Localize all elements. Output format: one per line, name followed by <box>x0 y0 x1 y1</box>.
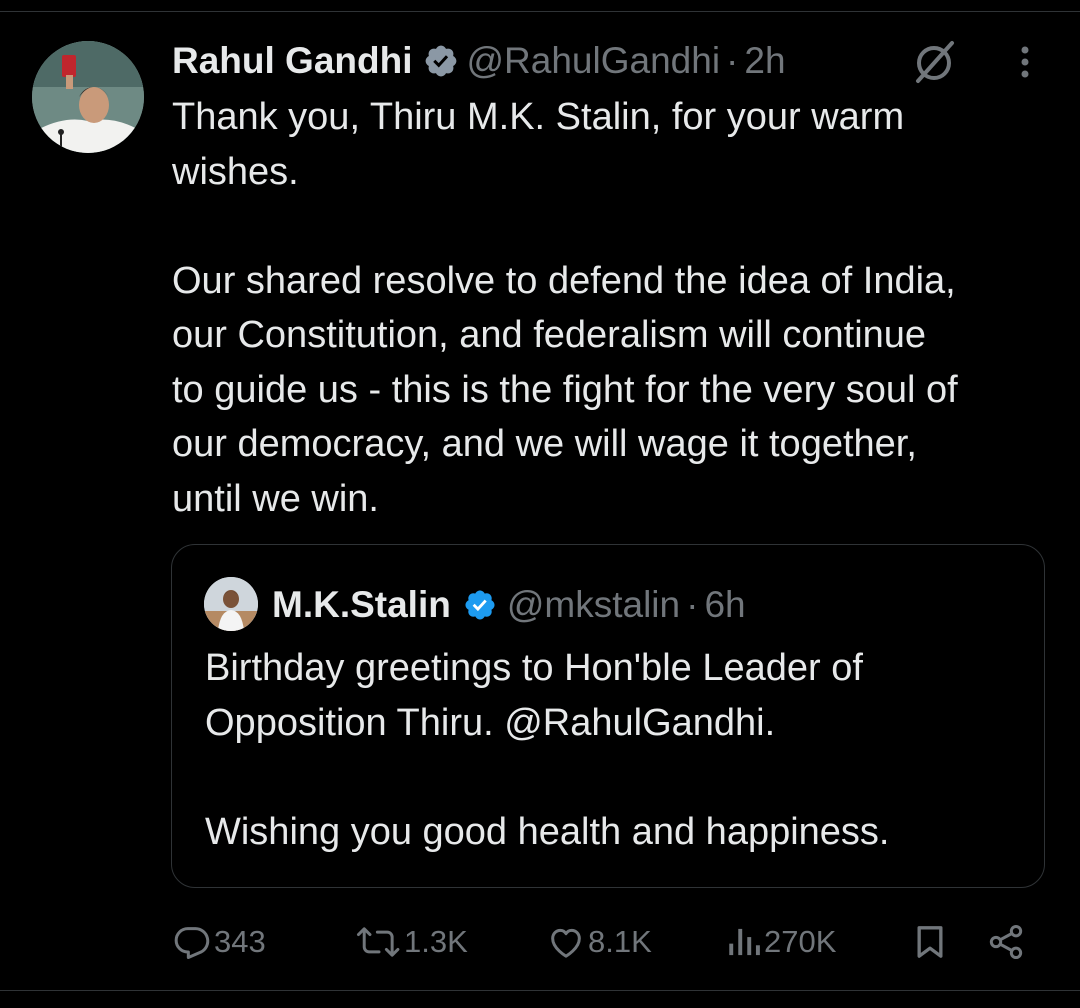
verified-badge-icon <box>425 45 456 77</box>
reply-icon <box>174 927 210 959</box>
views-button[interactable]: 270K <box>726 918 836 966</box>
author-avatar[interactable] <box>32 41 144 153</box>
quoted-line: Birthday greetings to Hon'ble Leader of <box>205 647 863 689</box>
tweet-text: Thank you, Thiru M.K. Stalin, for your w… <box>172 90 1062 526</box>
share-button[interactable] <box>986 918 1026 966</box>
top-divider <box>0 11 1080 12</box>
tweet-line: until we win. <box>172 477 379 520</box>
separator-dot: · <box>726 40 739 81</box>
quoted-author-avatar <box>204 577 258 631</box>
repost-count: 1.3K <box>404 924 468 959</box>
quoted-author-handle: @mkstalin <box>506 584 681 625</box>
tweet-line: our Constitution, and federalism will co… <box>172 314 927 356</box>
tweet-header: Rahul Gandhi @RahulGandhi · 2h <box>172 36 786 86</box>
tweet-line: wishes. <box>172 150 299 193</box>
bookmark-icon <box>917 926 943 958</box>
share-icon <box>989 925 1023 959</box>
bottom-divider <box>0 990 1080 991</box>
quoted-timestamp: 6h <box>704 584 746 625</box>
tweet-timestamp[interactable]: 2h <box>744 40 785 82</box>
grok-icon[interactable] <box>908 36 960 88</box>
like-button[interactable]: 8.1K <box>546 918 652 966</box>
tweet-line: to guide us - this is the fight for the … <box>172 368 958 411</box>
bookmark-button[interactable] <box>910 918 950 966</box>
quoted-tweet[interactable]: M.K.Stalin @mkstalin · 6h Birthday greet… <box>171 544 1045 888</box>
verified-badge-icon <box>465 590 495 620</box>
quoted-line: Wishing you good health and happiness. <box>205 810 890 853</box>
reply-count: 343 <box>214 924 266 959</box>
quoted-line: Opposition Thiru. @RahulGandhi. <box>205 701 776 744</box>
quoted-author-name: M.K.Stalin <box>272 584 451 625</box>
tweet-line: Our shared resolve to defend the idea of… <box>172 259 956 302</box>
views-icon <box>729 928 760 956</box>
reply-button[interactable]: 343 <box>172 918 266 966</box>
author-name[interactable]: Rahul Gandhi <box>172 40 413 82</box>
repost-icon <box>356 927 400 957</box>
quoted-tweet-text: Birthday greetings to Hon'ble Leader of … <box>205 641 1025 859</box>
separator-dot: · <box>686 584 699 625</box>
like-count: 8.1K <box>588 924 652 959</box>
repost-button[interactable]: 1.3K <box>356 918 468 966</box>
heart-icon <box>551 928 581 958</box>
quoted-tweet-header: M.K.Stalin @mkstalin · 6h <box>272 579 746 631</box>
views-count: 270K <box>764 924 837 959</box>
more-vertical-icon[interactable] <box>1012 42 1038 82</box>
tweet-line: Thank you, Thiru M.K. Stalin, for your w… <box>172 96 905 138</box>
author-handle[interactable]: @RahulGandhi <box>467 40 721 82</box>
tweet-line: our democracy, and we will wage it toget… <box>172 423 917 465</box>
